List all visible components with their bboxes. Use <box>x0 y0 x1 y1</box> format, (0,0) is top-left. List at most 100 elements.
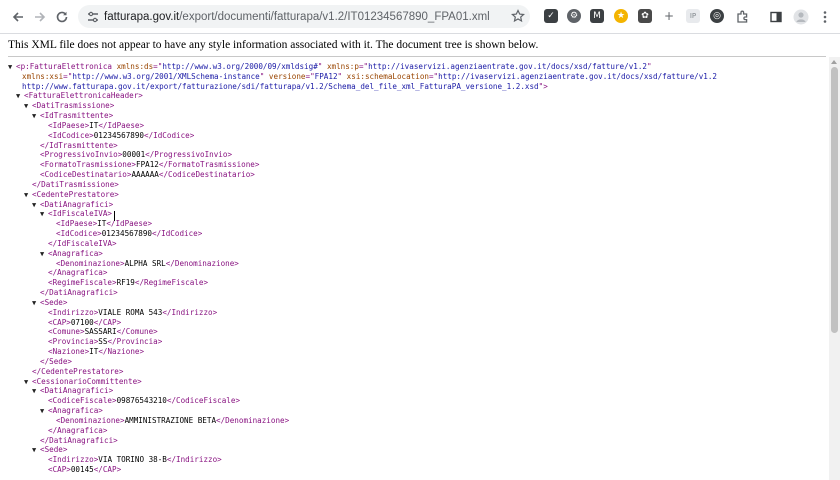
xml-attribute-value: http://ivaservizi.agenziaentrate.gov.it/… <box>368 62 647 71</box>
xml-text-node: ALPHA SRL <box>124 258 166 268</box>
xml-tag: </IdFiscaleIVA> <box>48 238 117 248</box>
extension-badge-icon[interactable]: ★ <box>614 9 628 23</box>
xml-line: ▼ <Sede> <box>32 298 67 308</box>
xml-text-node: VIA TORINO 38-B <box>98 455 167 465</box>
xml-tag: <IdPaese> <box>56 219 98 229</box>
extension-leaf-icon[interactable]: ✿ <box>638 9 652 23</box>
xml-tag: <CAP> <box>48 317 71 327</box>
xml-line: </Anagrafica> <box>40 426 107 436</box>
xml-tag: <CAP> <box>48 465 71 475</box>
scroll-up-arrow-icon[interactable] <box>831 60 837 64</box>
xml-tag: =" <box>63 71 73 81</box>
collapse-triangle-icon[interactable]: ▼ <box>40 406 48 416</box>
xml-tag: " <box>337 71 347 81</box>
collapse-triangle-icon[interactable]: ▼ <box>24 190 32 200</box>
xml-line: </IdTrasmittente> <box>32 141 118 151</box>
xml-tag: </IdCodice> <box>152 229 203 239</box>
extension-checkmark-icon[interactable]: ✓ <box>544 9 558 23</box>
collapse-triangle-icon[interactable]: ▼ <box>40 209 48 219</box>
url-host: fatturapa.gov.it <box>104 11 180 23</box>
xml-tag: <Denominazione> <box>56 258 125 268</box>
xml-tag: <Indirizzo> <box>48 455 99 465</box>
xml-text-node: IT <box>97 219 107 229</box>
side-panel-icon[interactable] <box>766 7 786 27</box>
kebab-menu-icon[interactable] <box>815 7 835 27</box>
xml-tag: <IdPaese> <box>48 120 90 130</box>
xml-tag: <Indirizzo> <box>48 307 99 317</box>
xml-line: ▼ <FatturaElettronicaHeader> <box>16 91 143 101</box>
xml-attribute-value: http://www.w3.org/2001/XMLSchema-instanc… <box>72 71 260 81</box>
extension-ip-icon[interactable]: IP <box>686 9 700 23</box>
xml-line: <FormatoTrasmissione>FPA12</FormatoTrasm… <box>32 160 259 170</box>
collapse-triangle-icon[interactable]: ▼ <box>40 249 48 259</box>
xml-tree: ▼ <p:FatturaElettronica xmlns:ds="http://… <box>0 62 828 480</box>
xml-line: ▼ <Sede> <box>32 445 67 455</box>
site-info-icon[interactable] <box>84 8 102 25</box>
extension-gear-icon[interactable]: ⚙ <box>567 9 581 23</box>
xml-tag: </Denominazione> <box>165 258 239 268</box>
xml-tag: <IdFiscaleIVA> <box>48 209 113 219</box>
xml-tag: </Indirizzo> <box>162 307 218 317</box>
collapse-triangle-icon[interactable]: ▼ <box>32 386 40 396</box>
xml-line: ▼ <Anagrafica> <box>40 249 103 259</box>
xml-tag: <Sede> <box>40 297 68 307</box>
xml-tag: =" <box>153 62 163 71</box>
xml-text-node: SASSARI <box>84 327 117 337</box>
collapse-triangle-icon[interactable]: ▼ <box>32 298 40 308</box>
collapse-triangle-icon[interactable]: ▼ <box>8 62 16 72</box>
collapse-triangle-icon[interactable]: ▼ <box>32 200 40 210</box>
forward-arrow-icon[interactable] <box>30 7 50 27</box>
xml-line: <Nazione>IT</Nazione> <box>40 347 144 357</box>
profile-avatar-icon[interactable] <box>791 7 811 27</box>
collapse-triangle-icon[interactable]: ▼ <box>24 377 32 387</box>
xml-text-node: 07100 <box>70 317 94 327</box>
xml-tag: <IdCodice> <box>56 229 102 239</box>
banner-message: This XML file does not appear to have an… <box>8 39 539 51</box>
xml-line: <Indirizzo>VIALE ROMA 543</Indirizzo> <box>40 308 217 318</box>
xml-line: <IdCodice>01234567890</IdCodice> <box>40 131 194 141</box>
xml-tag: </ProgressivoInvio> <box>145 150 233 160</box>
url-text[interactable]: fatturapa.gov.it/export/documenti/fattur… <box>104 11 490 23</box>
xml-tag: </CAP> <box>93 465 122 475</box>
reload-icon[interactable] <box>52 7 72 27</box>
xml-line: </DatiAnagrafici> <box>32 436 118 446</box>
back-arrow-icon[interactable] <box>8 7 28 27</box>
xml-tag: </Anagrafica> <box>48 268 108 278</box>
xml-text-node: AAAAAA <box>131 170 159 180</box>
xml-tag: =" <box>358 62 369 71</box>
xml-tag: </DatiAnagrafici> <box>40 435 118 445</box>
extension-plus-icon[interactable]: + <box>662 9 676 23</box>
xml-line: ▼ <CedentePrestatore> <box>24 190 119 200</box>
xml-tag: </CedentePrestatore> <box>32 366 124 376</box>
collapse-triangle-icon[interactable]: ▼ <box>24 101 32 111</box>
collapse-triangle-icon[interactable]: ▼ <box>16 91 24 101</box>
xml-tag: <CodiceDestinatario> <box>40 170 132 180</box>
xml-line: </DatiAnagrafici> <box>32 288 118 298</box>
xml-attribute-name: xmlns:ds <box>116 62 154 71</box>
collapse-triangle-icon[interactable]: ▼ <box>32 445 40 455</box>
extensions-puzzle-icon[interactable] <box>733 7 753 27</box>
xml-line: <IdPaese>IT</IdPaese> <box>40 121 144 131</box>
extension-circle-icon[interactable]: ◎ <box>710 9 724 23</box>
banner-divider <box>8 56 826 57</box>
xml-tag: <DatiAnagrafici> <box>40 386 114 396</box>
xml-tag: </Comune> <box>116 327 158 337</box>
xml-line: <RegimeFiscale>RF19</RegimeFiscale> <box>40 278 208 288</box>
xml-text-node: 00001 <box>122 150 146 160</box>
xml-attribute-value: FPA12 <box>314 71 338 81</box>
collapse-triangle-icon[interactable]: ▼ <box>32 111 40 121</box>
xml-tag: </Provincia> <box>107 337 163 347</box>
xml-line: <CodiceFiscale>09876543210</CodiceFiscal… <box>40 396 240 406</box>
xml-tag: </Sede> <box>40 356 73 366</box>
xml-line: <CodiceDestinatario>AAAAAA</CodiceDestin… <box>32 170 255 180</box>
xml-tag: </DatiTrasmissione> <box>32 179 119 189</box>
xml-line: ▼ <IdTrasmittente> <box>32 111 113 121</box>
xml-tag: =" <box>428 71 439 81</box>
extension-m-icon[interactable]: M <box>590 9 604 23</box>
xml-tag: </RegimeFiscale> <box>134 278 209 288</box>
xml-line: </Sede> <box>32 357 72 367</box>
xml-tag: <Provincia> <box>48 337 99 347</box>
xml-line: ▼ <IdFiscaleIVA> <box>40 209 112 219</box>
scrollbar-thumb[interactable] <box>831 67 838 333</box>
bookmark-star-icon[interactable] <box>509 7 527 25</box>
